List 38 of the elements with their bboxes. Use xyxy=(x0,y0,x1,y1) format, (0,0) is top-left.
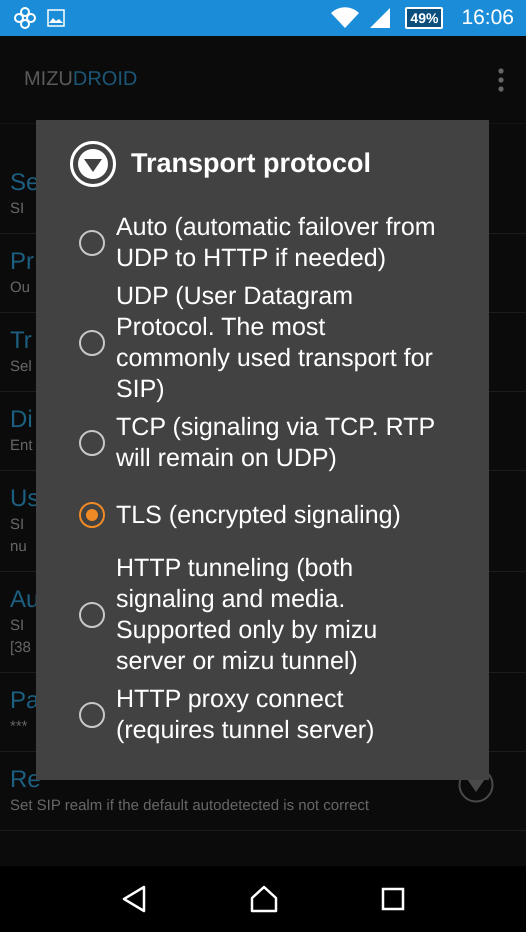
overflow-menu-icon[interactable] xyxy=(498,68,504,92)
setting-summary: SI xyxy=(10,515,24,535)
setting-title: Tr xyxy=(10,326,32,356)
radio-option[interactable]: TLS (encrypted signaling) xyxy=(69,479,469,551)
setting-summary: Ou xyxy=(10,278,30,298)
radio-option[interactable]: TCP (signaling via TCP. RTP will remain on UDP) xyxy=(69,407,469,479)
home-icon[interactable] xyxy=(249,885,279,913)
setting-summary: Sel xyxy=(10,357,32,377)
radio-option[interactable]: Auto (automatic failover from UDP to HTTP if needed) xyxy=(69,207,469,279)
image-icon xyxy=(47,9,65,27)
setting-summary: *** xyxy=(10,717,28,737)
recent-apps-icon[interactable] xyxy=(381,887,405,911)
radio-option[interactable]: HTTP proxy connect (requires tunnel server) xyxy=(69,679,469,751)
radio-button[interactable] xyxy=(79,430,105,456)
setting-summary: Set SIP realm if the default autodetected is not correct xyxy=(10,796,370,816)
radio-button[interactable] xyxy=(79,502,105,528)
radio-button[interactable] xyxy=(79,330,105,356)
setting-title: Pr xyxy=(10,247,34,277)
dropdown-icon xyxy=(69,140,117,188)
radio-option[interactable]: HTTP tunneling (both signaling and media. Supported only by mizu server or mizu tunnel) xyxy=(69,551,469,679)
wifi-icon xyxy=(331,7,360,29)
setting-summary: nu xyxy=(10,537,27,557)
signal-icon xyxy=(369,7,392,29)
radio-button[interactable] xyxy=(79,230,105,256)
back-icon[interactable] xyxy=(121,885,147,913)
radio-option[interactable]: UDP (User Datagram Protocol. The most commonly used transport for SIP) xyxy=(69,279,469,407)
setting-summary: [38 xyxy=(10,638,31,658)
radio-button[interactable] xyxy=(79,702,105,728)
dialog-title: Transport protocol xyxy=(131,148,372,179)
setting-summary: SI xyxy=(10,199,24,219)
app-title: MIZUDROID xyxy=(24,68,138,91)
clock: 16:06 xyxy=(461,6,514,30)
app-logo-icon xyxy=(13,6,37,30)
setting-summary: SI xyxy=(10,616,24,636)
setting-title: Di xyxy=(10,405,33,435)
battery-indicator: 49% xyxy=(405,7,444,29)
setting-summary: Ent xyxy=(10,436,33,456)
radio-button[interactable] xyxy=(79,602,105,628)
